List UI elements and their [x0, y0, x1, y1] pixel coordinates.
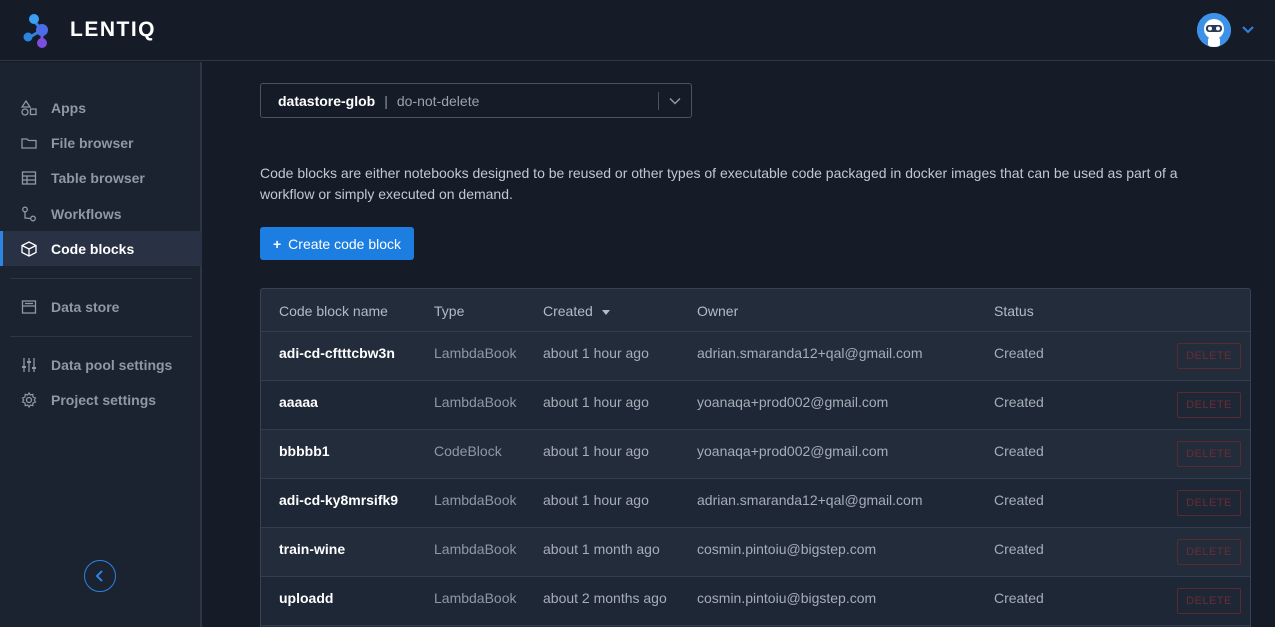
column-header-owner[interactable]: Owner: [697, 303, 738, 319]
table-header: Code block name Type Created Owner Statu…: [261, 289, 1250, 332]
create-button-label: Create code block: [288, 235, 402, 252]
code-block-name[interactable]: train-wine: [279, 541, 345, 557]
table-icon: [21, 170, 37, 185]
datastore-separator: |: [384, 92, 388, 109]
code-block-created: about 1 hour ago: [543, 345, 649, 361]
table-row[interactable]: bbbbb1 CodeBlock about 1 hour ago yoanaq…: [261, 430, 1250, 479]
sidebar-item-label: Project settings: [51, 391, 157, 408]
column-header-name[interactable]: Code block name: [279, 303, 388, 319]
main-content: datastore-glob | do-not-delete Code bloc…: [204, 62, 1275, 627]
sidebar-divider: [10, 278, 192, 279]
app-name: LENTIQ: [70, 18, 156, 41]
sidebar-item-project-settings[interactable]: Project settings: [0, 382, 202, 417]
user-menu[interactable]: [1197, 13, 1255, 47]
sidebar: Apps File browser Table browser Workflow…: [0, 62, 202, 627]
user-avatar-icon[interactable]: [1197, 13, 1231, 47]
column-header-type[interactable]: Type: [434, 303, 464, 319]
lentiq-logo-icon: [23, 14, 48, 48]
code-block-type: LambdaBook: [434, 541, 517, 557]
sidebar-item-file-browser[interactable]: File browser: [0, 125, 202, 160]
workflow-icon: [22, 206, 36, 221]
datastore-value: do-not-delete: [396, 92, 480, 109]
code-block-owner: cosmin.pintoiu@bigstep.com: [697, 541, 877, 557]
table-row[interactable]: adi-cd-ky8mrsifk9 LambdaBook about 1 hou…: [261, 479, 1250, 528]
column-header-status[interactable]: Status: [994, 303, 1034, 319]
code-block-owner: adrian.smaranda12+qal@gmail.com: [697, 492, 923, 508]
code-block-name[interactable]: adi-cd-ky8mrsifk9: [279, 492, 398, 508]
delete-button[interactable]: DELETE: [1177, 539, 1241, 565]
code-block-name[interactable]: bbbbb1: [279, 443, 330, 459]
delete-button[interactable]: DELETE: [1177, 441, 1241, 467]
chevron-down-icon[interactable]: [1241, 23, 1255, 37]
sidebar-item-label: Workflows: [51, 205, 122, 222]
code-block-created: about 1 month ago: [543, 541, 660, 557]
delete-button[interactable]: DELETE: [1177, 343, 1241, 369]
code-block-owner: adrian.smaranda12+qal@gmail.com: [697, 345, 923, 361]
sidebar-item-table-browser[interactable]: Table browser: [0, 160, 202, 195]
code-block-type: LambdaBook: [434, 394, 517, 410]
sidebar-item-data-pool-settings[interactable]: Data pool settings: [0, 347, 202, 382]
code-block-name[interactable]: adi-cd-cftttcbw3n: [279, 345, 395, 361]
datastore-icon: [21, 299, 37, 314]
table-row[interactable]: adi-cd-cftttcbw3n LambdaBook about 1 hou…: [261, 332, 1250, 381]
datastore-name: datastore-glob: [278, 92, 376, 109]
collapse-sidebar-button[interactable]: [84, 560, 116, 592]
code-block-owner: yoanaqa+prod002@gmail.com: [697, 443, 889, 459]
code-block-created: about 1 hour ago: [543, 492, 649, 508]
chevron-left-icon: [95, 570, 103, 582]
column-header-created[interactable]: Created: [543, 303, 610, 319]
page-description: Code blocks are either notebooks designe…: [260, 165, 1178, 202]
sidebar-item-label: Table browser: [51, 169, 145, 186]
sidebar-item-code-blocks[interactable]: Code blocks: [0, 231, 202, 266]
chevron-down-icon[interactable]: [669, 95, 681, 107]
cube-icon: [21, 240, 37, 257]
code-block-status: Created: [994, 492, 1044, 508]
sidebar-divider: [10, 336, 192, 337]
sort-desc-icon: [601, 309, 610, 315]
code-blocks-table: Code block name Type Created Owner Statu…: [260, 288, 1251, 627]
sidebar-item-label: File browser: [51, 134, 134, 151]
logo[interactable]: LENTIQ: [20, 9, 156, 51]
sidebar-item-apps[interactable]: Apps: [0, 90, 202, 125]
code-block-status: Created: [994, 443, 1044, 459]
code-block-status: Created: [994, 394, 1044, 410]
sidebar-item-label: Data pool settings: [51, 356, 173, 373]
code-block-created: about 2 months ago: [543, 590, 667, 606]
code-block-status: Created: [994, 541, 1044, 557]
code-block-created: about 1 hour ago: [543, 443, 649, 459]
sidebar-item-label: Data store: [51, 298, 120, 315]
gear-icon: [21, 391, 37, 408]
delete-button[interactable]: DELETE: [1177, 490, 1241, 516]
code-block-type: LambdaBook: [434, 492, 517, 508]
create-code-block-button[interactable]: + Create code block: [260, 227, 414, 260]
column-header-label: Created: [543, 303, 593, 319]
sidebar-item-label: Apps: [51, 99, 86, 116]
table-row[interactable]: uploadd LambdaBook about 2 months ago co…: [261, 577, 1250, 626]
delete-button[interactable]: DELETE: [1177, 392, 1241, 418]
code-block-name[interactable]: aaaaa: [279, 394, 318, 410]
sidebar-item-data-store[interactable]: Data store: [0, 289, 202, 324]
sidebar-item-label: Code blocks: [51, 240, 135, 257]
sliders-icon: [22, 357, 36, 372]
code-block-owner: yoanaqa+prod002@gmail.com: [697, 394, 889, 410]
select-divider: [658, 92, 659, 110]
code-block-status: Created: [994, 345, 1044, 361]
code-block-name[interactable]: uploadd: [279, 590, 333, 606]
code-block-type: LambdaBook: [434, 345, 517, 361]
code-block-status: Created: [994, 590, 1044, 606]
delete-button[interactable]: DELETE: [1177, 588, 1241, 614]
table-row[interactable]: train-wine LambdaBook about 1 month ago …: [261, 528, 1250, 577]
top-bar: LENTIQ: [0, 0, 1275, 61]
table-row[interactable]: aaaaa LambdaBook about 1 hour ago yoanaq…: [261, 381, 1250, 430]
apps-icon: [21, 99, 37, 116]
folder-icon: [21, 137, 37, 149]
code-block-created: about 1 hour ago: [543, 394, 649, 410]
plus-icon: +: [272, 235, 282, 252]
code-block-type: CodeBlock: [434, 443, 502, 459]
sidebar-item-workflows[interactable]: Workflows: [0, 196, 202, 231]
code-block-type: LambdaBook: [434, 590, 517, 606]
code-block-owner: cosmin.pintoiu@bigstep.com: [697, 590, 877, 606]
datastore-select[interactable]: datastore-glob | do-not-delete: [260, 83, 692, 118]
